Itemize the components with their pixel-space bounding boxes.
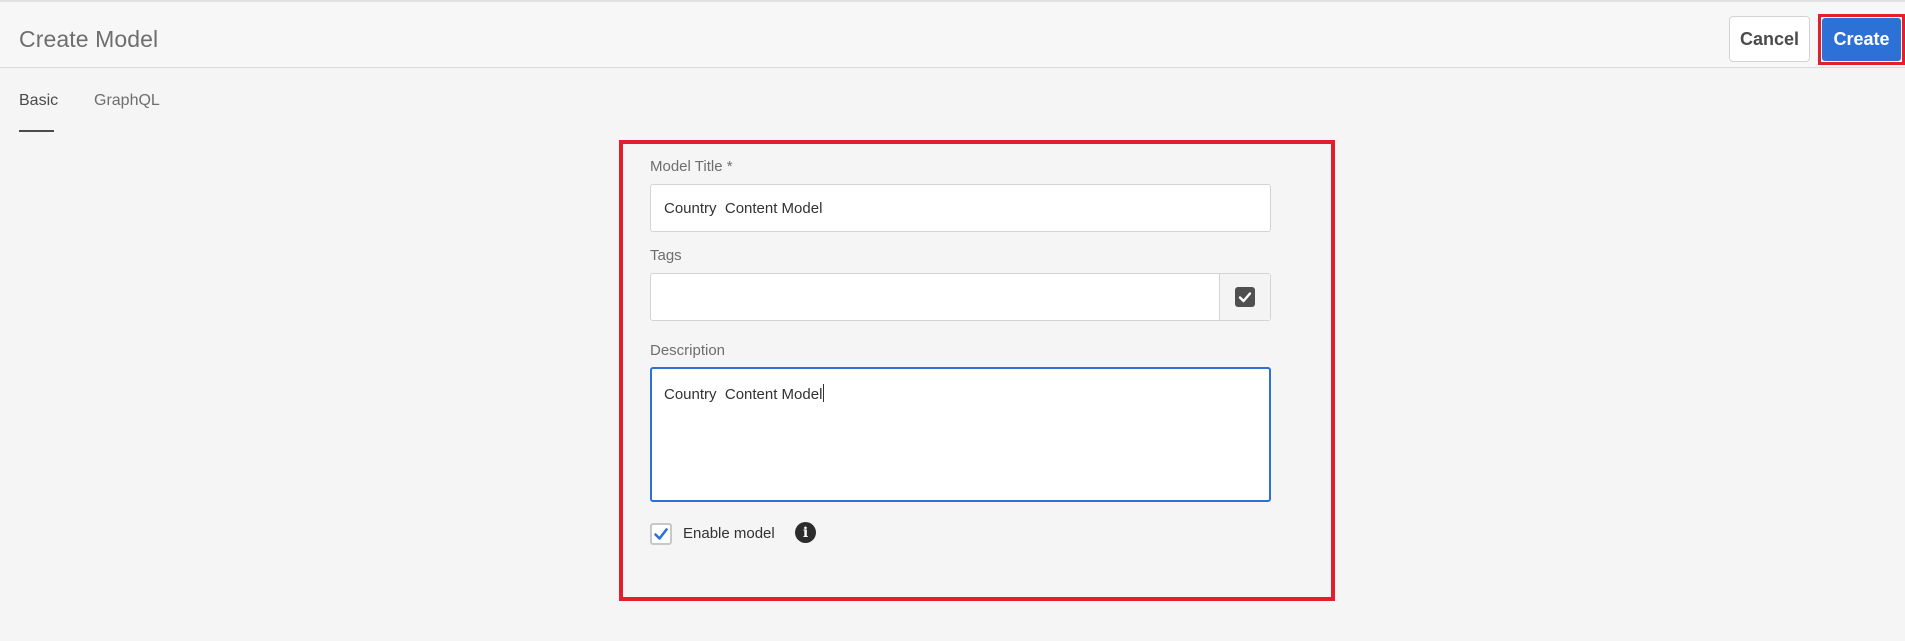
checkmark-icon [654, 528, 668, 540]
model-title-input[interactable]: Country Content Model [650, 184, 1271, 232]
tab-basic[interactable]: Basic [19, 92, 58, 110]
active-tab-indicator [19, 130, 54, 132]
description-label: Description [650, 342, 726, 359]
tags-label: Tags [650, 247, 682, 264]
top-action-bar: Create Model Cancel Create [0, 0, 1905, 68]
description-value: Country Content Model [664, 386, 823, 403]
description-textarea[interactable]: Country Content Model [650, 367, 1271, 502]
model-title-value: Country Content Model [664, 199, 823, 217]
tags-field [650, 273, 1271, 321]
tags-input[interactable] [651, 274, 1221, 320]
page-title: Create Model [19, 26, 159, 52]
enable-model-label: Enable model [683, 525, 775, 542]
info-icon[interactable]: i [795, 522, 816, 543]
checkbox-checked-icon [1235, 287, 1255, 307]
tags-picker-button[interactable] [1219, 274, 1270, 320]
text-caret [823, 384, 825, 402]
model-title-label: Model Title * [650, 158, 733, 175]
create-button[interactable]: Create [1822, 18, 1901, 61]
enable-model-checkbox[interactable] [650, 523, 672, 545]
cancel-button[interactable]: Cancel [1729, 16, 1810, 62]
tab-graphql[interactable]: GraphQL [94, 92, 160, 110]
tab-list: Basic GraphQL [0, 68, 400, 134]
